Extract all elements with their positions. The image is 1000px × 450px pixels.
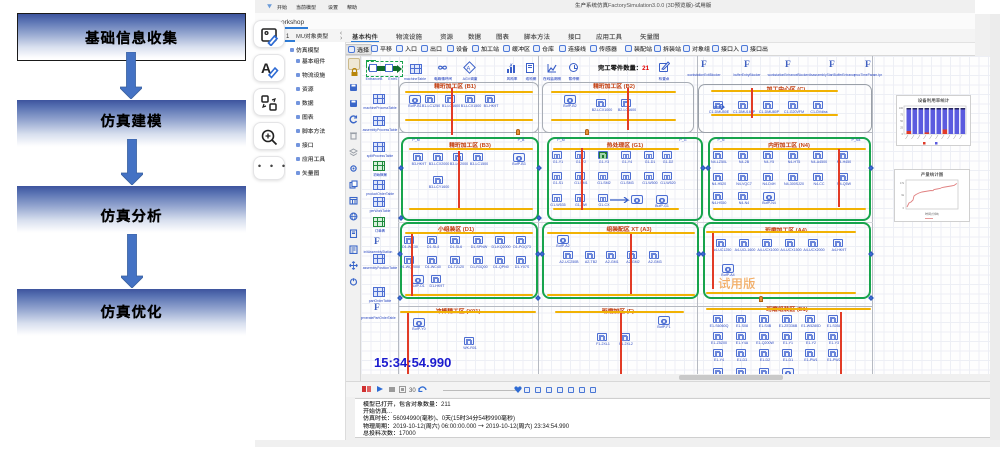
svg-text:时间(分钟): 时间(分钟) xyxy=(925,212,939,216)
svg-text:100: 100 xyxy=(899,106,904,110)
svg-text:0: 0 xyxy=(903,206,905,210)
svg-text:9k: 9k xyxy=(901,193,904,197)
svg-text:0: 0 xyxy=(902,132,904,136)
svg-text:50: 50 xyxy=(900,119,903,123)
svg-text:25: 25 xyxy=(900,126,903,130)
svg-text:75: 75 xyxy=(900,113,903,117)
svg-text:17k: 17k xyxy=(900,181,905,185)
